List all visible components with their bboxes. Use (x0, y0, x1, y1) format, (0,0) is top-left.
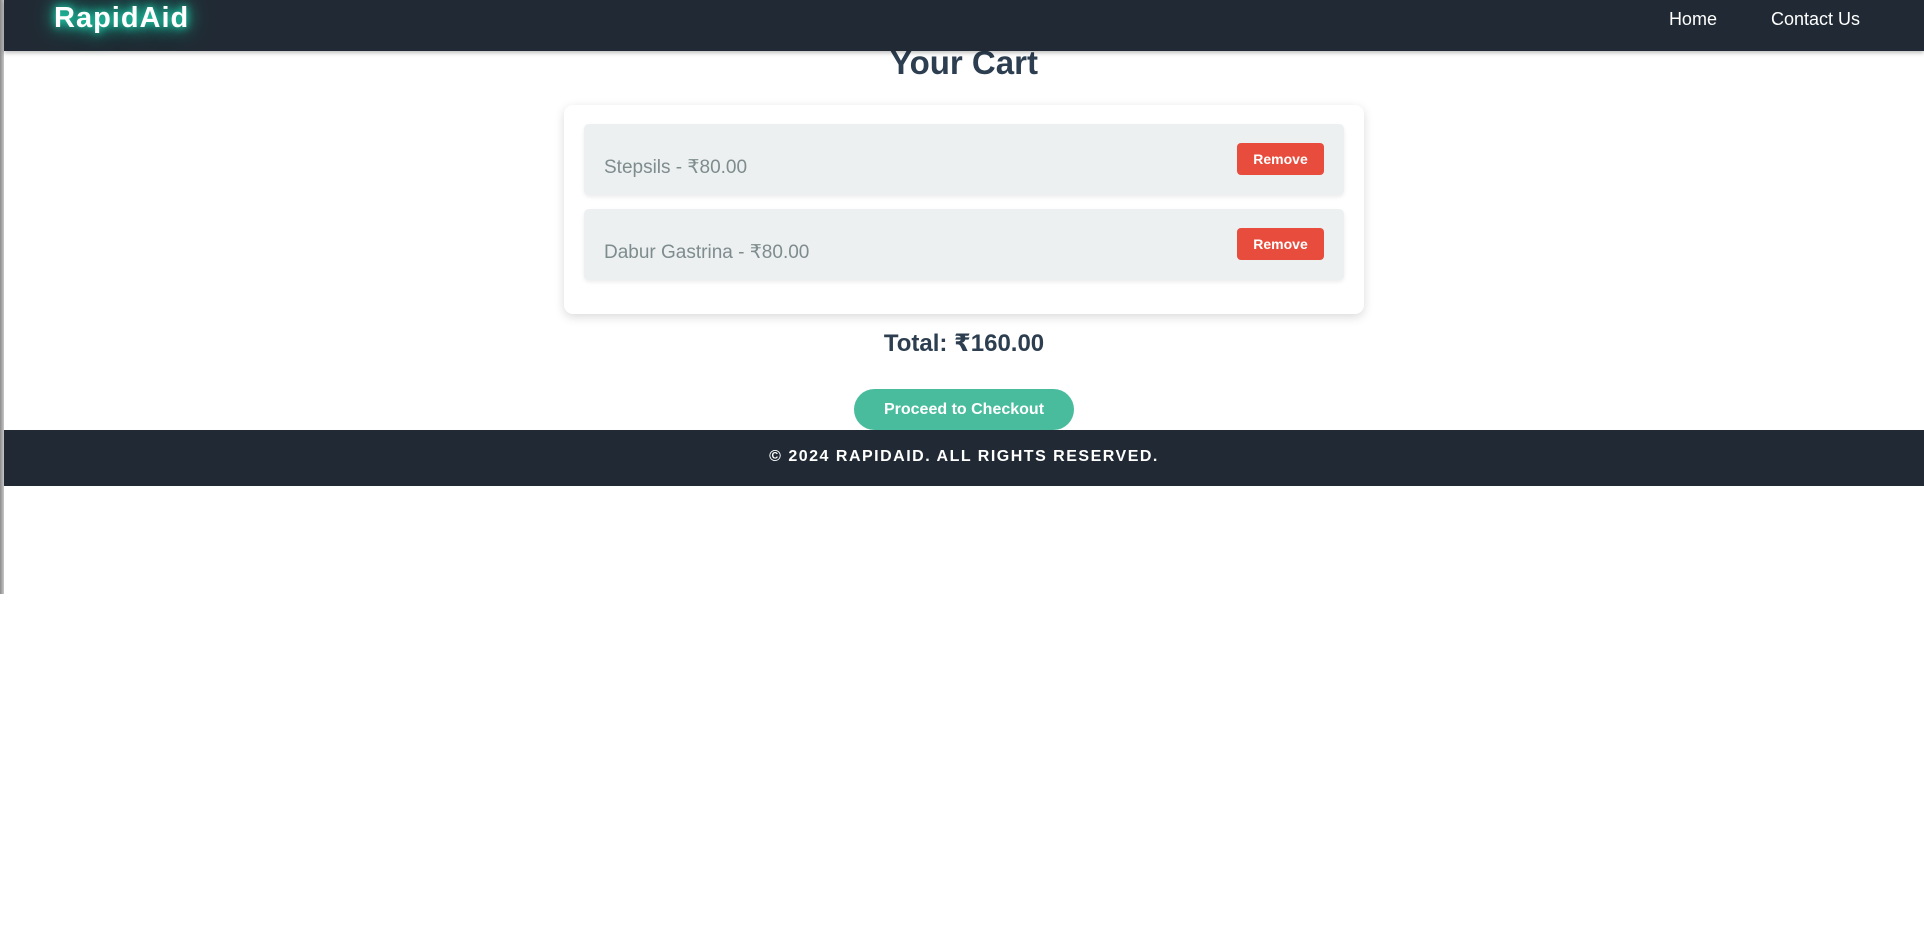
cart-item: Dabur Gastrina - ₹80.00 Remove (584, 209, 1344, 280)
nav-links: Home Contact Us (1669, 9, 1860, 30)
nav-link-home[interactable]: Home (1669, 9, 1717, 30)
remove-button[interactable]: Remove (1237, 143, 1324, 175)
cart-item-label: Dabur Gastrina - ₹80.00 (604, 242, 810, 263)
window-edge (0, 0, 4, 594)
cart-item-label: Stepsils - ₹80.00 (604, 157, 748, 178)
checkout-button[interactable]: Proceed to Checkout (854, 389, 1074, 430)
navbar: RapidAid Home Contact Us (4, 0, 1924, 51)
footer: © 2024 RapidAid. All rights reserved. (4, 430, 1924, 486)
cart-panel: Stepsils - ₹80.00 Remove Dabur Gastrina … (564, 105, 1364, 314)
cart-total: Total: ₹160.00 (883, 330, 1045, 357)
footer-copyright: © 2024 RapidAid. All rights reserved. (769, 448, 1159, 465)
cart-item: Stepsils - ₹80.00 Remove (584, 124, 1344, 195)
nav-link-contact[interactable]: Contact Us (1771, 9, 1860, 30)
remove-button[interactable]: Remove (1237, 228, 1324, 260)
logo[interactable]: RapidAid (54, 2, 189, 35)
